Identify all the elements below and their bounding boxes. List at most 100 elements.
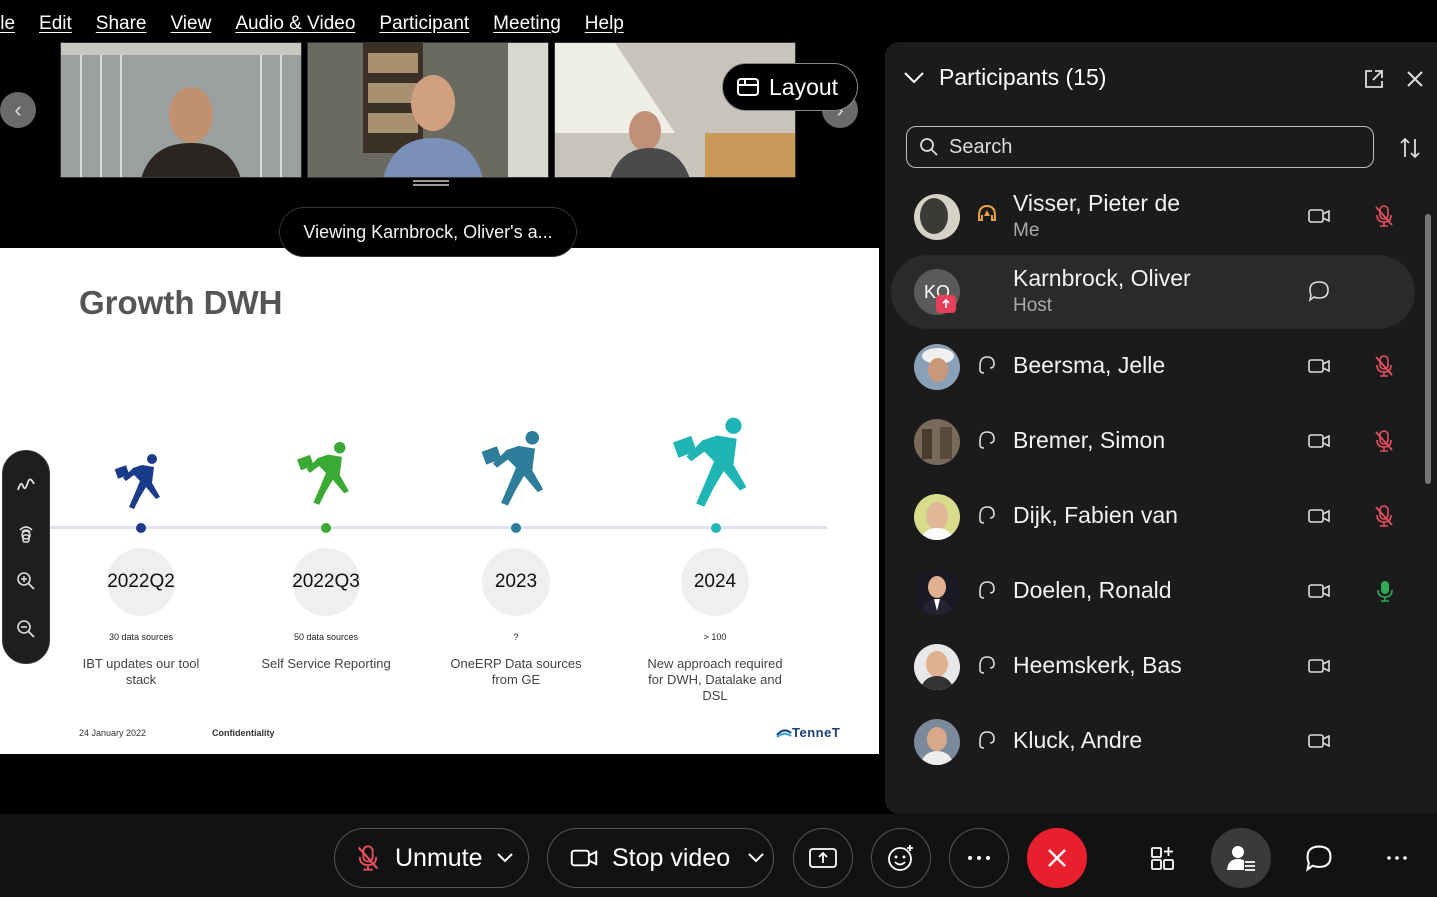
participants-toggle-button[interactable]	[1211, 828, 1271, 888]
participant-row[interactable]: Beersma, Jelle	[891, 330, 1415, 404]
timeline-dot	[136, 523, 146, 533]
remote-control-icon[interactable]	[15, 522, 37, 544]
video-camera-icon[interactable]	[1308, 582, 1330, 600]
participant-name: Bremer, Simon	[1013, 427, 1166, 453]
microphone-muted-icon[interactable]	[1373, 504, 1395, 528]
video-camera-icon	[570, 849, 598, 867]
milestone-count: ?	[513, 632, 519, 642]
annotation-toolbar	[2, 450, 50, 664]
reactions-button[interactable]	[871, 828, 931, 888]
participants-scrollbar[interactable]	[1425, 192, 1431, 796]
video-camera-icon[interactable]	[1308, 432, 1330, 450]
participant-name: Dijk, Fabien van	[1013, 502, 1178, 528]
participant-row[interactable]: Bremer, Simon	[891, 405, 1415, 479]
video-camera-icon[interactable]	[1308, 657, 1330, 675]
layout-button[interactable]: Layout	[722, 63, 858, 111]
chat-icon[interactable]	[1308, 280, 1330, 302]
stop-video-label: Stop video	[612, 843, 731, 872]
strip-prev-button[interactable]: ‹	[0, 92, 36, 128]
avatar	[914, 419, 960, 465]
participant-name: Beersma, Jelle	[1013, 352, 1166, 378]
menu-participant[interactable]: Participant	[379, 13, 469, 35]
participants-header: Participants (15)	[903, 64, 1106, 91]
participant-row[interactable]: Doelen, Ronald	[891, 555, 1415, 629]
more-options-button[interactable]	[949, 828, 1009, 888]
viewing-banner-text: Viewing Karnbrock, Oliver's a...	[303, 221, 553, 242]
share-screen-icon	[809, 848, 837, 868]
menu-edit[interactable]: Edit	[39, 13, 72, 35]
participant-row[interactable]: Heemskerk, Bas	[891, 630, 1415, 704]
unmute-button[interactable]: Unmute	[334, 828, 529, 888]
milestone-count: > 100	[703, 632, 727, 642]
video-tile[interactable]	[307, 42, 549, 178]
end-meeting-button[interactable]	[1027, 828, 1087, 888]
emoji-icon	[888, 845, 913, 871]
video-camera-icon[interactable]	[1308, 732, 1330, 750]
microphone-muted-icon[interactable]	[1373, 429, 1395, 453]
milestone-description: New approach required for DWH, Datalake …	[647, 656, 783, 703]
scrollbar-thumb[interactable]	[1425, 214, 1431, 484]
layout-label: Layout	[769, 73, 839, 100]
pop-out-icon[interactable]	[1363, 68, 1385, 90]
more-controls-button[interactable]	[1367, 828, 1427, 888]
menu-meeting[interactable]: Meeting	[493, 13, 561, 35]
chevron-down-icon[interactable]	[496, 853, 513, 863]
apps-button[interactable]	[1133, 828, 1193, 888]
avatar	[914, 194, 960, 240]
menu-help[interactable]: Help	[585, 13, 624, 35]
audio-connection-icon	[979, 431, 995, 449]
microphone-muted-icon[interactable]	[1373, 354, 1395, 378]
participants-panel: Participants (15) Search Visser, Pieter …	[885, 42, 1437, 814]
meeting-controls: Unmute Stop video	[0, 814, 1437, 897]
zoom-in-icon[interactable]	[15, 570, 37, 592]
participants-icon	[1227, 846, 1255, 872]
share-button[interactable]	[793, 828, 853, 888]
participant-row[interactable]: Kluck, Andre	[891, 705, 1415, 779]
participant-row[interactable]: Dijk, Fabien van	[891, 480, 1415, 554]
participant-search[interactable]: Search	[906, 126, 1374, 168]
participant-role: Host	[1013, 295, 1053, 316]
avatar	[914, 719, 960, 765]
timeline-dot	[321, 523, 331, 533]
viewing-banner: Viewing Karnbrock, Oliver's a...	[279, 207, 577, 257]
tennet-logo: TenneT	[776, 725, 840, 740]
chevron-left-icon: ‹	[14, 97, 22, 122]
audio-connection-icon	[979, 656, 995, 674]
chevron-down-icon[interactable]	[903, 71, 925, 85]
chevron-down-icon[interactable]	[748, 853, 764, 863]
apps-icon	[1151, 847, 1174, 870]
milestone-description: Self Service Reporting	[261, 656, 391, 671]
milestone-description: OneERP Data sources from GE	[450, 656, 582, 687]
microphone-muted-icon[interactable]	[1373, 204, 1395, 228]
menu-share[interactable]: Share	[96, 13, 147, 35]
participant-row[interactable]: Visser, Pieter de Me	[891, 180, 1415, 254]
stop-video-button[interactable]: Stop video	[547, 828, 774, 888]
avatar: KO	[914, 269, 960, 315]
video-tile[interactable]	[60, 42, 302, 178]
more-icon	[968, 856, 990, 860]
video-camera-icon[interactable]	[1308, 207, 1330, 225]
close-icon[interactable]	[1405, 69, 1425, 89]
milestone-count: 50 data sources	[293, 632, 359, 642]
menu-audio-video[interactable]: Audio & Video	[235, 13, 355, 35]
participant-row[interactable]: KO Karnbrock, Oliver Host	[891, 255, 1415, 329]
audio-connection-icon	[979, 506, 995, 524]
chat-button[interactable]	[1289, 828, 1349, 888]
draw-icon[interactable]	[15, 474, 37, 496]
menu-view[interactable]: View	[170, 13, 211, 35]
avatar	[914, 494, 960, 540]
zoom-out-icon[interactable]	[15, 618, 37, 640]
participant-role: Me	[1013, 220, 1040, 241]
milestone-count: 30 data sources	[108, 632, 174, 642]
avatar	[914, 569, 960, 615]
microphone-active-icon[interactable]	[1375, 579, 1395, 603]
resize-handle[interactable]	[413, 180, 449, 186]
search-input[interactable]: Search	[949, 136, 1012, 159]
video-camera-icon[interactable]	[1308, 357, 1330, 375]
menu-file[interactable]: ile	[0, 13, 15, 35]
sharing-icon	[936, 295, 956, 313]
participant-name: Visser, Pieter de	[1013, 190, 1181, 216]
sort-icon[interactable]	[1398, 136, 1422, 160]
video-camera-icon[interactable]	[1308, 507, 1330, 525]
milestone-description: IBT updates our tool stack	[82, 656, 200, 687]
